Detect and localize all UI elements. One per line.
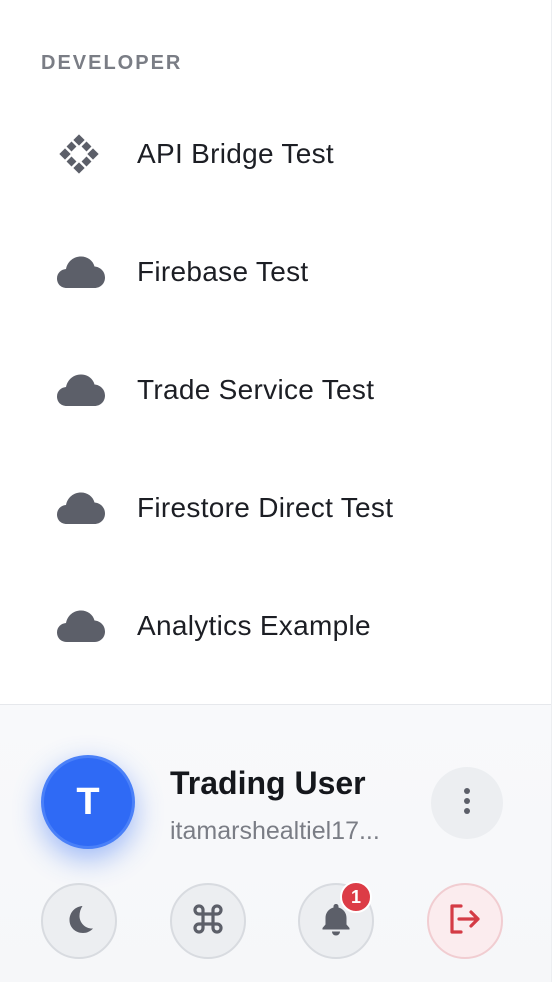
nav-item-firestore-direct-test[interactable]: Firestore Direct Test (0, 449, 551, 567)
logout-button[interactable] (427, 883, 503, 959)
nav-item-label: Analytics Example (137, 610, 371, 641)
sidebar: DEVELOPER API Bridge Test Firebase Test … (0, 0, 552, 982)
more-options-button[interactable] (431, 767, 503, 839)
nav-item-label: Firestore Direct Test (137, 492, 394, 523)
user-footer: T Trading User itamarshealtiel17... 1 (0, 704, 551, 982)
moon-icon (63, 903, 95, 940)
api-diamond-icon (56, 134, 106, 174)
command-palette-button[interactable] (170, 883, 246, 959)
cloud-icon (56, 488, 106, 528)
cloud-icon (56, 252, 106, 292)
user-email: itamarshealtiel17... (170, 817, 380, 845)
nav-item-api-bridge-test[interactable]: API Bridge Test (0, 95, 551, 213)
cloud-icon (56, 606, 106, 646)
nav-item-analytics-example[interactable]: Analytics Example (0, 567, 551, 685)
nav-item-trade-service-test[interactable]: Trade Service Test (0, 331, 551, 449)
cloud-icon (56, 370, 106, 410)
nav-item-label: Trade Service Test (137, 374, 375, 405)
command-icon (191, 902, 225, 941)
notification-count-badge: 1 (340, 881, 372, 913)
section-heading: DEVELOPER (41, 52, 183, 74)
nav-item-label: API Bridge Test (137, 138, 334, 169)
nav-item-firebase-test[interactable]: Firebase Test (0, 213, 551, 331)
theme-toggle-button[interactable] (41, 883, 117, 959)
nav-list: API Bridge Test Firebase Test Trade Serv… (0, 95, 551, 685)
user-name: Trading User (170, 765, 366, 801)
notifications-button[interactable]: 1 (298, 881, 374, 959)
logout-icon (447, 903, 483, 940)
nav-item-label: Firebase Test (137, 256, 309, 287)
vertical-dots-icon (462, 787, 472, 820)
avatar[interactable]: T (41, 755, 135, 849)
